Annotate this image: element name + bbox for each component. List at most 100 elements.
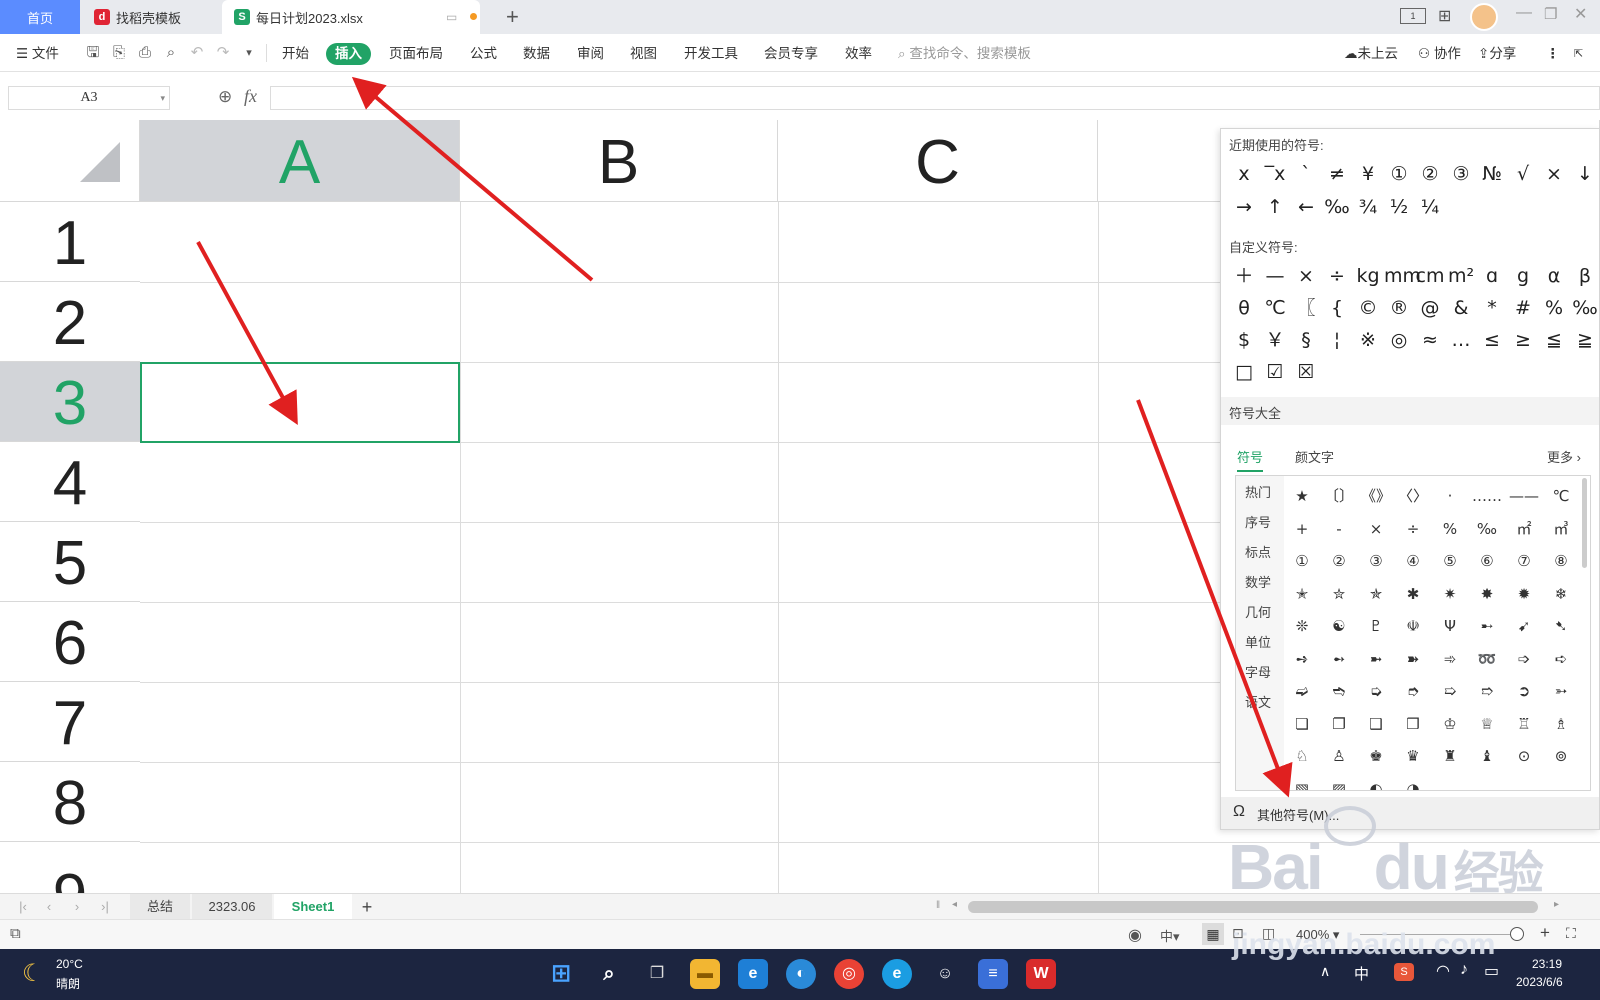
menu-start[interactable]: 开始 bbox=[282, 43, 309, 65]
symbol-grid-item[interactable]: ÷ bbox=[1397, 515, 1429, 543]
clock-time[interactable]: 23:19 bbox=[1532, 957, 1562, 971]
symbol-grid-item[interactable]: ➬ bbox=[1323, 677, 1355, 705]
symbol-grid-item[interactable]: ✮ bbox=[1323, 580, 1355, 608]
symbol-grid-item[interactable]: ✭ bbox=[1286, 580, 1318, 608]
more-symbols-link[interactable]: 更多 › bbox=[1547, 447, 1581, 466]
symbol-grid-item[interactable]: · bbox=[1434, 482, 1466, 510]
symbol-grid-item[interactable]: ❏ bbox=[1286, 710, 1318, 738]
sheet-tab-sheet1[interactable]: Sheet1 bbox=[274, 894, 352, 920]
scroll-left-icon[interactable]: ◂ bbox=[952, 899, 957, 910]
category-item[interactable]: 标点 bbox=[1240, 542, 1276, 561]
recent-symbol[interactable]: ` bbox=[1291, 159, 1321, 189]
zoom-formula-icon[interactable]: ⊕ bbox=[218, 87, 232, 107]
row-header-9[interactable]: 9 bbox=[0, 842, 140, 893]
symbol-grid-item[interactable]: ✹ bbox=[1508, 580, 1540, 608]
tab-active-file[interactable]: S 每日计划2023.xlsx ▭ bbox=[222, 0, 480, 34]
custom-symbol[interactable]: # bbox=[1508, 293, 1538, 323]
symbol-grid-item[interactable]: ♘ bbox=[1286, 742, 1318, 770]
symbol-grid-item[interactable]: ⑦ bbox=[1508, 547, 1540, 575]
symbol-grid-item[interactable]: ➯ bbox=[1434, 677, 1466, 705]
preview-icon[interactable]: ⌕ bbox=[162, 44, 180, 62]
symbol-grid-item[interactable]: 《》 bbox=[1360, 482, 1392, 510]
sheet-tab-summary[interactable]: 总结 bbox=[130, 894, 190, 920]
symbol-grid-item[interactable]: ➭ bbox=[1360, 677, 1392, 705]
share-button[interactable]: ⇪分享 bbox=[1478, 43, 1516, 65]
symbol-grid-item[interactable]: ▧ bbox=[1286, 775, 1318, 791]
menu-page-layout[interactable]: 页面布局 bbox=[389, 43, 443, 65]
menu-data[interactable]: 数据 bbox=[523, 43, 550, 65]
more-options-icon[interactable]: ⋮ bbox=[1546, 43, 1560, 65]
custom-symbol[interactable]: 〖 bbox=[1291, 293, 1321, 323]
prev-sheet-icon[interactable]: ‹ bbox=[40, 894, 58, 920]
symbol-grid-item[interactable]: ⊙ bbox=[1508, 742, 1540, 770]
symbol-grid-scrollbar[interactable] bbox=[1582, 478, 1587, 568]
custom-symbol[interactable]: * bbox=[1477, 293, 1507, 323]
selected-cell-a3[interactable] bbox=[140, 362, 460, 443]
recent-symbol[interactable]: ① bbox=[1384, 159, 1414, 189]
input-mode-dropdown[interactable]: 中▾ bbox=[1160, 926, 1180, 945]
qq-icon[interactable]: ☺ bbox=[930, 959, 960, 989]
custom-symbol[interactable]: ＋ bbox=[1229, 261, 1259, 291]
custom-symbol[interactable]: ≤ bbox=[1477, 325, 1507, 355]
column-header-a[interactable]: A bbox=[140, 120, 460, 202]
symbol-grid-item[interactable]: ➳ bbox=[1545, 677, 1577, 705]
symbol-grid-item[interactable]: ➼ bbox=[1360, 645, 1392, 673]
category-item[interactable]: 几何 bbox=[1240, 602, 1276, 621]
custom-symbol[interactable]: $ bbox=[1229, 325, 1259, 355]
recent-symbol[interactable]: ¥ bbox=[1353, 159, 1383, 189]
symbol-grid-item[interactable]: ♗ bbox=[1545, 710, 1577, 738]
symbol-grid-item[interactable]: ➮ bbox=[1397, 677, 1429, 705]
symbol-grid-item[interactable]: ☯ bbox=[1323, 612, 1355, 640]
view-mode-icon[interactable]: 1 bbox=[1400, 8, 1426, 24]
symbol-grid-item[interactable]: ➸ bbox=[1471, 612, 1503, 640]
custom-symbol[interactable]: — bbox=[1260, 261, 1290, 291]
custom-symbol[interactable]: g bbox=[1508, 261, 1538, 291]
symbol-grid-item[interactable]: ▨ bbox=[1323, 775, 1355, 791]
custom-symbol[interactable]: © bbox=[1353, 293, 1383, 323]
category-item[interactable]: 数学 bbox=[1240, 572, 1276, 591]
symbol-grid-item[interactable]: % bbox=[1434, 515, 1466, 543]
collab-button[interactable]: ⚇ 协作 bbox=[1418, 43, 1461, 65]
custom-symbol[interactable]: … bbox=[1446, 325, 1476, 355]
symbol-grid-item[interactable]: ♇ bbox=[1360, 612, 1392, 640]
edge-icon[interactable]: e bbox=[882, 959, 912, 989]
row-header-1[interactable]: 1 bbox=[0, 202, 140, 282]
category-item[interactable]: 语文 bbox=[1240, 692, 1276, 711]
wps-office-icon[interactable]: W bbox=[1026, 959, 1056, 989]
scroll-right-icon[interactable]: ▸ bbox=[1554, 899, 1559, 910]
symbol-grid-item[interactable]: ♕ bbox=[1471, 710, 1503, 738]
symbol-grid-item[interactable]: ❄ bbox=[1545, 580, 1577, 608]
symbol-grid-item[interactable]: × bbox=[1360, 515, 1392, 543]
symbol-grid-item[interactable]: ㎡ bbox=[1508, 515, 1540, 543]
symbol-grid-item[interactable]: ◐ bbox=[1360, 775, 1392, 791]
custom-symbol[interactable]: β bbox=[1570, 261, 1600, 291]
menu-insert[interactable]: 插入 bbox=[326, 43, 371, 65]
close-icon[interactable]: ✕ bbox=[1574, 4, 1587, 24]
formula-input[interactable] bbox=[270, 86, 1600, 110]
symbol-grid-item[interactable]: ⑧ bbox=[1545, 547, 1577, 575]
custom-symbol[interactable]: ☒ bbox=[1291, 357, 1321, 387]
menu-view[interactable]: 视图 bbox=[630, 43, 657, 65]
sheet-tab-2323-06[interactable]: 2323.06 bbox=[192, 894, 272, 920]
recent-symbol[interactable]: ¼ bbox=[1415, 192, 1445, 222]
zoom-slider-handle[interactable] bbox=[1510, 927, 1524, 941]
custom-symbol[interactable]: ≈ bbox=[1415, 325, 1445, 355]
symbol-grid-item[interactable]: + bbox=[1286, 515, 1318, 543]
symbol-grid-item[interactable]: ➪ bbox=[1545, 645, 1577, 673]
symbol-grid-item[interactable]: ➽ bbox=[1397, 645, 1429, 673]
symbol-grid-item[interactable]: —— bbox=[1508, 482, 1540, 510]
custom-symbol[interactable]: { bbox=[1322, 293, 1352, 323]
symbol-grid-item[interactable]: ❐ bbox=[1323, 710, 1355, 738]
symbol-grid-item[interactable]: ❊ bbox=[1286, 612, 1318, 640]
custom-symbol[interactable]: ※ bbox=[1353, 325, 1383, 355]
menu-member[interactable]: 会员专享 bbox=[764, 43, 818, 65]
menu-dev-tools[interactable]: 开发工具 bbox=[684, 43, 738, 65]
recent-symbol[interactable]: × bbox=[1539, 159, 1569, 189]
symbol-grid-item[interactable]: ➺ bbox=[1286, 645, 1318, 673]
recent-symbol[interactable]: № bbox=[1477, 159, 1507, 189]
symbol-grid-item[interactable]: ♔ bbox=[1434, 710, 1466, 738]
fx-icon[interactable]: fx bbox=[244, 86, 257, 107]
menu-review[interactable]: 审阅 bbox=[577, 43, 604, 65]
search-app-icon[interactable]: ◐ bbox=[786, 959, 816, 989]
custom-symbol[interactable]: ￥ bbox=[1260, 325, 1290, 355]
